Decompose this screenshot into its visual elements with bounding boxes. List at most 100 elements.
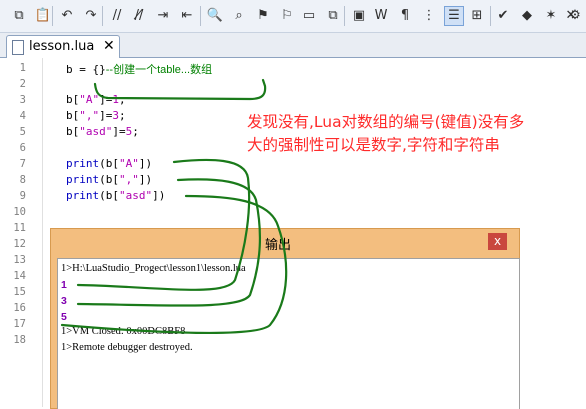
line-number: 4 xyxy=(19,110,26,122)
comment-icon[interactable]: // xyxy=(108,7,126,25)
code-string: "asd" xyxy=(79,125,113,138)
toolbar-separator xyxy=(490,6,491,26)
code-function: print xyxy=(66,173,100,186)
code-text: ]= xyxy=(99,93,113,106)
code-line-4: b[","]=3; xyxy=(66,109,126,122)
code-text: (b[ xyxy=(99,173,119,186)
line-number: 15 xyxy=(13,286,26,298)
code-string: "A" xyxy=(119,157,139,170)
annotation-line: 发现没有,Lua对数组的编号(键值)没有多 xyxy=(247,113,525,131)
code-text: ]) xyxy=(152,189,166,202)
output-value-line: 5 xyxy=(61,311,67,323)
line-numbers-icon[interactable]: ⋮ xyxy=(420,7,438,25)
code-comment: --创建一个table...数组 xyxy=(105,64,213,76)
line-number: 16 xyxy=(13,302,26,314)
line-number: 1 xyxy=(19,62,26,74)
code-string: "," xyxy=(119,173,139,186)
line-number: 13 xyxy=(13,254,26,266)
toolbar-separator xyxy=(200,6,201,26)
outline-icon[interactable]: ☰ xyxy=(444,6,464,26)
code-string: "asd" xyxy=(119,189,153,202)
line-number: 8 xyxy=(19,174,26,186)
code-line-1: b = {}--创建一个table...数组 xyxy=(66,61,212,77)
show-whitespace-icon[interactable]: ¶ xyxy=(396,7,414,25)
code-function: print xyxy=(66,189,100,202)
line-number: 5 xyxy=(19,126,26,138)
line-number: 12 xyxy=(13,238,26,250)
redo-icon[interactable]: ↷ xyxy=(82,7,100,25)
line-number: 2 xyxy=(19,78,26,90)
line-number: 18 xyxy=(13,334,26,346)
code-text: b = {} xyxy=(66,63,106,76)
tab-label: lesson.lua xyxy=(29,39,95,54)
output-value-line: 1 xyxy=(61,279,67,291)
code-text: (b[ xyxy=(99,189,119,202)
panel-icon[interactable]: ▣ xyxy=(350,7,368,25)
undo-icon[interactable]: ↶ xyxy=(58,7,76,25)
indent-icon[interactable]: ⇥ xyxy=(154,7,172,25)
line-number: 3 xyxy=(19,94,26,106)
code-text: b[ xyxy=(66,125,80,138)
code-line-9: print(b["asd"]) xyxy=(66,189,165,202)
code-line-7: print(b["A"]) xyxy=(66,157,152,170)
code-text: ]= xyxy=(99,109,113,122)
annotation-line: 大的强制性可以是数字,字符和字符串 xyxy=(247,136,500,154)
toolbar-separator xyxy=(102,6,103,26)
tab-close-icon[interactable]: ✕ xyxy=(103,38,115,54)
toolbar-separator xyxy=(52,6,53,26)
code-line-3: b["A"]=1; xyxy=(66,93,126,106)
breakpoint-add-icon[interactable]: ✶ xyxy=(542,7,560,25)
line-number: 10 xyxy=(13,206,26,218)
code-string: "," xyxy=(79,109,100,122)
code-text: ; xyxy=(132,125,139,138)
code-text: ; xyxy=(119,93,126,106)
outdent-icon[interactable]: ⇤ xyxy=(178,7,196,25)
code-string: "A" xyxy=(79,93,100,106)
output-console[interactable]: 1>H:\LuaStudio_Progect\lesson1\lesson.lu… xyxy=(57,258,520,409)
output-panel: 输出 x 1>H:\LuaStudio_Progect\lesson1\less… xyxy=(50,228,520,409)
output-close-button[interactable]: x xyxy=(488,233,507,250)
toolbar: ⧉ 📋 ↶ ↷////̸ ⇥ ⇤ 🔍 ⌕ ⚑ ⚐ ▭ ⧉ ▣ W ¶ ⋮ ☰ ⊞ ✔ ◆ ✶ ✕ ⚙ xyxy=(0,0,586,33)
tab-lesson-lua[interactable]: lesson.lua ✕ xyxy=(6,35,120,58)
code-text: (b[ xyxy=(99,157,119,170)
line-number: 9 xyxy=(19,190,26,202)
code-text: ]= xyxy=(112,125,126,138)
code-text: b[ xyxy=(66,109,80,122)
output-title: 输出 xyxy=(265,238,292,253)
structure-icon[interactable]: ⊞ xyxy=(468,7,486,25)
word-wrap-icon[interactable]: W xyxy=(372,7,390,25)
copy-icon[interactable]: ⧉ xyxy=(10,7,28,25)
code-text: ; xyxy=(119,109,126,122)
annotation-text: 发现没有,Lua对数组的编号(键值)没有多 大的强制性可以是数字,字符和字符串 xyxy=(247,111,582,157)
toolbar-separator xyxy=(344,6,345,26)
code-line-5: b["asd"]=5; xyxy=(66,125,139,138)
find-next-icon[interactable]: ⌕ xyxy=(230,7,248,25)
breakpoint-clear-icon[interactable]: ⚙ xyxy=(566,7,584,25)
line-number: 6 xyxy=(19,142,26,154)
line-number-gutter: 1 2 3 4 5 6 7 8 9 10 11 12 13 14 15 16 17 18 xyxy=(0,58,43,407)
breakpoint-icon[interactable]: ◆ xyxy=(518,7,536,25)
output-path-line: 1>H:\LuaStudio_Progect\lesson1\lesson.lu… xyxy=(61,263,246,274)
line-number: 14 xyxy=(13,270,26,282)
tab-strip: lesson.lua ✕ xyxy=(0,33,586,58)
code-line-8: print(b[","]) xyxy=(66,173,152,186)
windows-icon[interactable]: ⧉ xyxy=(324,7,342,25)
find-icon[interactable]: 🔍 xyxy=(206,7,224,25)
line-number: 17 xyxy=(13,318,26,330)
code-text: b[ xyxy=(66,93,80,106)
output-vm-closed-line: 1>VM Closed: 0x00DC8BF8 xyxy=(61,326,186,337)
paste-icon[interactable]: 📋 xyxy=(34,7,52,25)
line-number: 11 xyxy=(13,222,26,234)
window-icon[interactable]: ▭ xyxy=(300,7,318,25)
output-value-line: 3 xyxy=(61,295,67,307)
code-text: ]) xyxy=(138,157,153,170)
uncomment-icon[interactable]: //̸ xyxy=(130,7,148,25)
bookmark-next-icon[interactable]: ⚐ xyxy=(278,7,296,25)
lua-file-icon xyxy=(12,40,24,55)
line-number: 7 xyxy=(19,158,26,170)
code-number: 3 xyxy=(112,109,119,122)
output-debugger-line: 1>Remote debugger destroyed. xyxy=(61,342,193,353)
bookmark-icon[interactable]: ⚑ xyxy=(254,7,272,25)
check-icon[interactable]: ✔ xyxy=(494,7,512,25)
code-number: 1 xyxy=(112,93,119,106)
